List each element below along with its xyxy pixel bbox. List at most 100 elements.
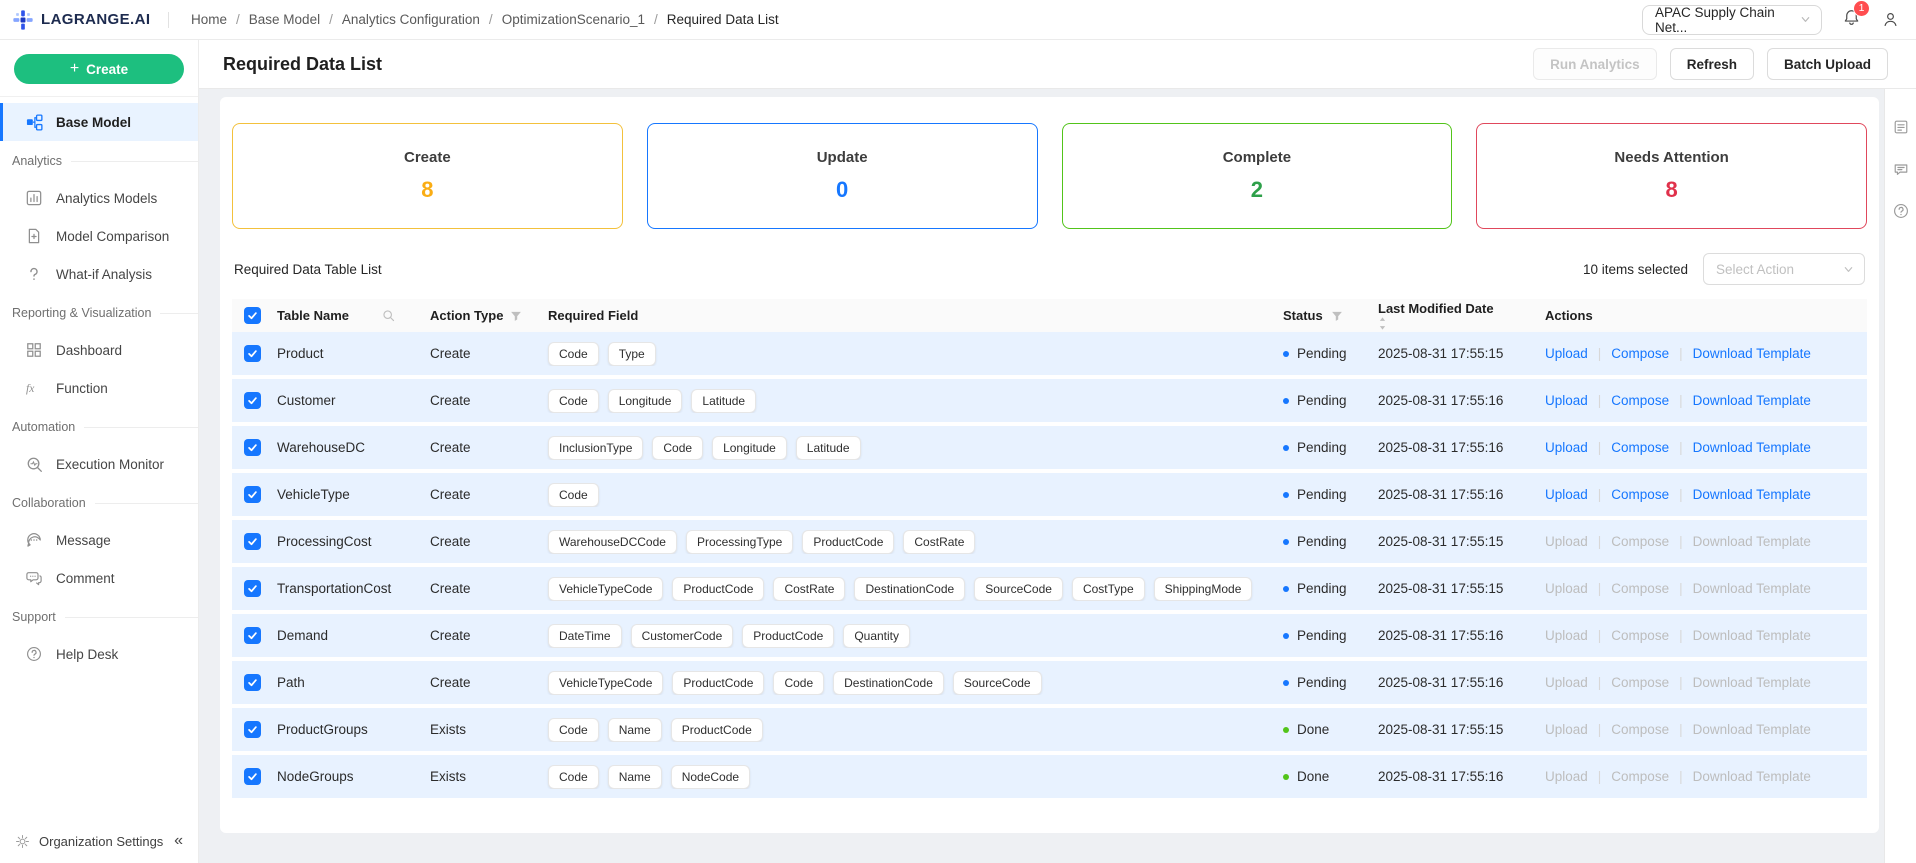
sidebar-item-comment[interactable]: Comment [0,559,198,597]
notifications-button[interactable]: 1 [1842,8,1861,32]
upload-link[interactable]: Upload [1545,346,1588,361]
chat-bubble-icon[interactable] [1893,161,1909,177]
download-template-link: Download Template [1693,722,1811,737]
row-checkbox[interactable] [244,768,261,785]
last-modified-value: 2025-08-31 17:55:16 [1378,487,1503,502]
column-header-label: Status [1283,308,1323,323]
row-checkbox[interactable] [244,439,261,456]
table-name-cell: ProductGroups [272,722,424,737]
sidebar-item-base-model[interactable]: Base Model [0,103,198,141]
compose-link[interactable]: Compose [1611,487,1669,502]
bulk-action-placeholder: Select Action [1716,262,1794,277]
user-avatar[interactable] [1881,10,1900,29]
compose-link[interactable]: Compose [1611,393,1669,408]
field-tag: ProductCode [802,530,894,554]
bulk-action-select[interactable]: Select Action [1703,253,1865,285]
row-checkbox[interactable] [244,486,261,503]
upload-link: Upload [1545,628,1588,643]
field-tag: Latitude [796,436,861,460]
filter-icon[interactable] [510,310,522,322]
action-separator: | [1679,769,1683,784]
logo-text: LAGRANGE.AI [41,11,150,28]
table-section-title: Required Data Table List [234,262,382,277]
column-header-table-name: Table Name [272,308,424,323]
upload-link[interactable]: Upload [1545,440,1588,455]
download-template-link[interactable]: Download Template [1693,393,1811,408]
download-template-link[interactable]: Download Template [1693,487,1811,502]
download-template-link[interactable]: Download Template [1693,346,1811,361]
status-value: Pending [1297,487,1347,502]
sidebar-item-label: Model Comparison [56,229,169,244]
filter-icon[interactable] [1331,310,1343,322]
action-type-cell: Create [424,487,542,502]
row-checkbox-cell [232,768,272,785]
required-fields-cell: VehicleTypeCodeProductCodeCostRateDestin… [542,577,1283,601]
action-separator: | [1598,581,1602,596]
row-checkbox[interactable] [244,580,261,597]
field-tag: Code [548,389,599,413]
row-checkbox[interactable] [244,392,261,409]
sidebar-item-model-comparison[interactable]: Model Comparison [0,217,198,255]
summary-card-label: Create [404,149,451,166]
row-checkbox[interactable] [244,721,261,738]
field-tag: Longitude [608,389,683,413]
action-type-cell: Exists [424,722,542,737]
field-tag: DateTime [548,624,622,648]
status-dot [1283,351,1289,357]
section-divider-line [160,313,198,314]
breadcrumb-item[interactable]: Analytics Configuration [342,12,480,27]
row-checkbox[interactable] [244,533,261,550]
last-modified-value: 2025-08-31 17:55:15 [1378,346,1503,361]
breadcrumb-item[interactable]: OptimizationScenario_1 [502,12,645,27]
row-checkbox[interactable] [244,674,261,691]
create-button[interactable]: + Create [14,54,184,84]
action-separator: | [1679,534,1683,549]
sidebar-item-function[interactable]: fxFunction [0,369,198,407]
workspace-selector[interactable]: APAC Supply Chain Net... [1642,5,1822,35]
sidebar-section-title: Analytics [0,143,198,179]
breadcrumb-item[interactable]: Home [191,12,227,27]
table-name-value: ProductGroups [277,722,368,737]
action-type-value: Create [430,393,471,408]
table-row: CustomerCreateCodeLongitudeLatitudePendi… [232,379,1867,426]
app-logo[interactable]: LAGRANGE.AI [0,9,160,31]
row-checkbox[interactable] [244,627,261,644]
help-circle-icon[interactable] [1893,203,1909,219]
actions-cell: Upload|Compose|Download Template [1545,534,1867,549]
compose-link[interactable]: Compose [1611,346,1669,361]
upload-link[interactable]: Upload [1545,487,1588,502]
search-icon[interactable] [382,309,395,322]
section-divider-line [65,617,198,618]
required-data-table: Table NameAction TypeRequired FieldStatu… [232,299,1867,802]
compose-link[interactable]: Compose [1611,440,1669,455]
action-type-cell: Create [424,346,542,361]
select-all-checkbox[interactable] [244,307,261,324]
status-value: Done [1297,722,1329,737]
upload-link: Upload [1545,769,1588,784]
breadcrumb-item[interactable]: Base Model [249,12,320,27]
refresh-button[interactable]: Refresh [1670,48,1754,80]
table-name-cell: Customer [272,393,424,408]
create-button-label: Create [86,62,128,77]
sorter-icon[interactable] [1378,316,1545,331]
sidebar-item-what-if-analysis[interactable]: What-if Analysis [0,255,198,293]
download-template-link[interactable]: Download Template [1693,440,1811,455]
sidebar-item-execution-monitor[interactable]: Execution Monitor [0,445,198,483]
batch-upload-button[interactable]: Batch Upload [1767,48,1888,80]
sidebar-item-help-desk[interactable]: Help Desk [0,635,198,673]
table-name-value: Path [277,675,305,690]
header-divider [168,12,169,28]
status-cell: Pending [1283,675,1378,690]
organization-settings[interactable]: Organization Settings « [0,819,198,863]
field-tag: Latitude [691,389,756,413]
sidebar-item-dashboard[interactable]: Dashboard [0,331,198,369]
compose-link: Compose [1611,675,1669,690]
survey-icon[interactable] [1893,119,1909,135]
row-checkbox[interactable] [244,345,261,362]
sidebar-item-message[interactable]: Message [0,521,198,559]
collapse-sidebar-icon[interactable]: « [174,832,183,850]
upload-link: Upload [1545,534,1588,549]
upload-link[interactable]: Upload [1545,393,1588,408]
sidebar-item-analytics-models[interactable]: Analytics Models [0,179,198,217]
row-checkbox-cell [232,486,272,503]
